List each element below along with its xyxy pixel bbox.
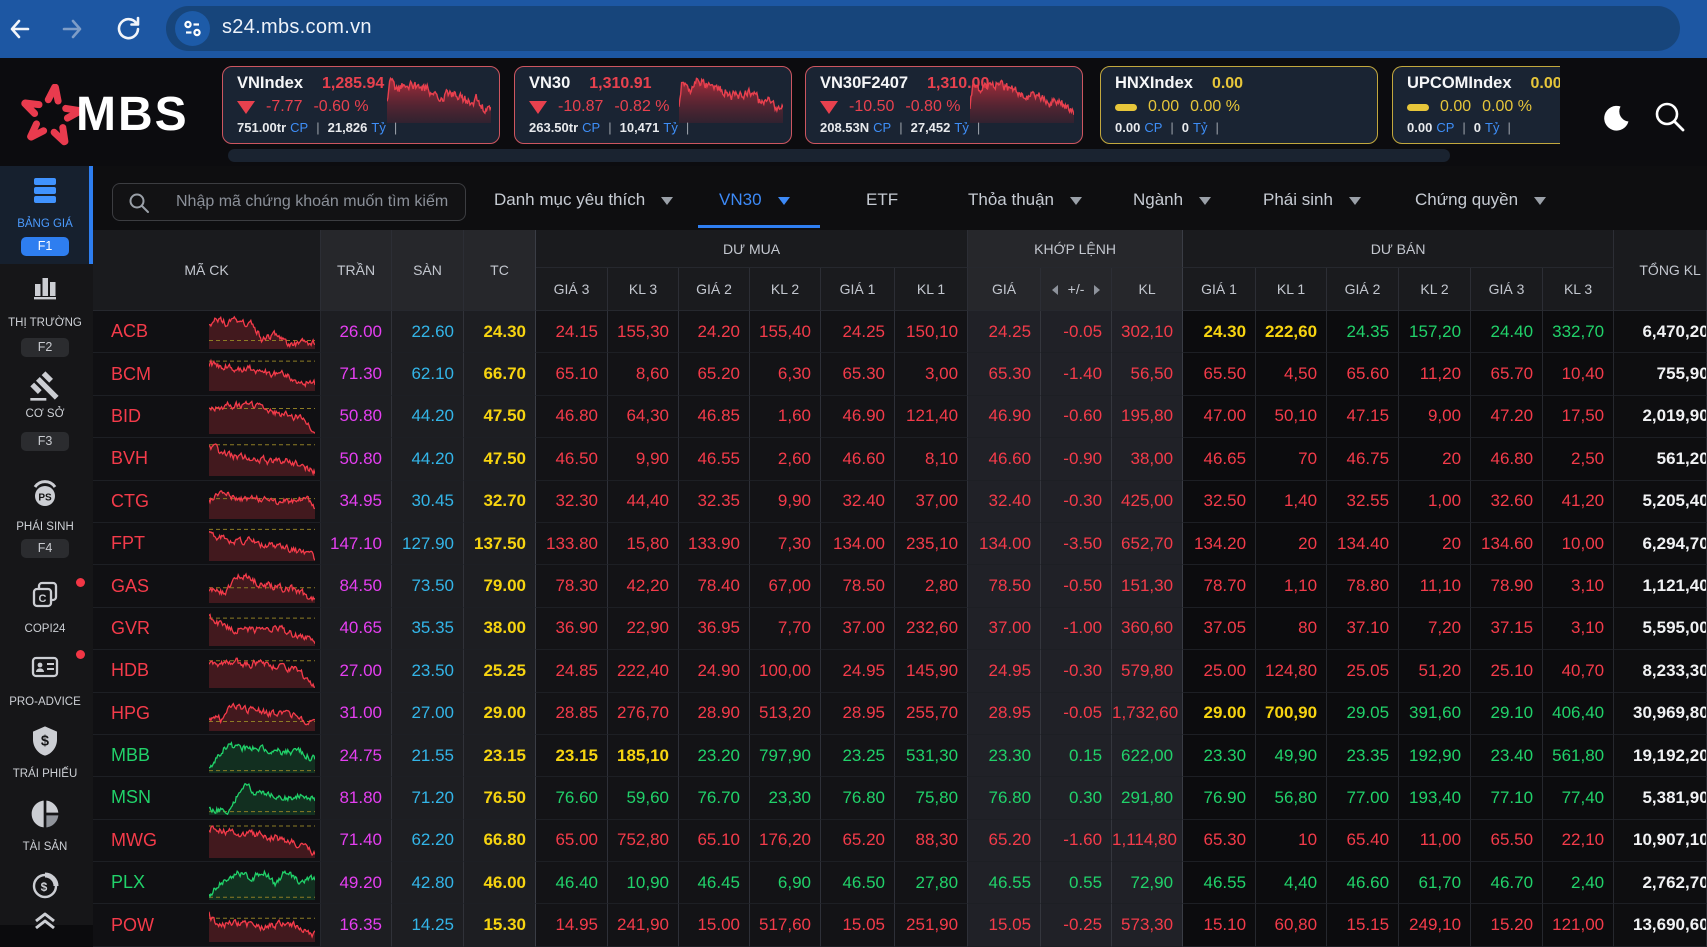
svg-text:$: $ (41, 734, 49, 750)
svg-text:$: $ (41, 880, 48, 894)
svg-text:C: C (39, 593, 47, 605)
svg-text:PS: PS (38, 493, 52, 504)
